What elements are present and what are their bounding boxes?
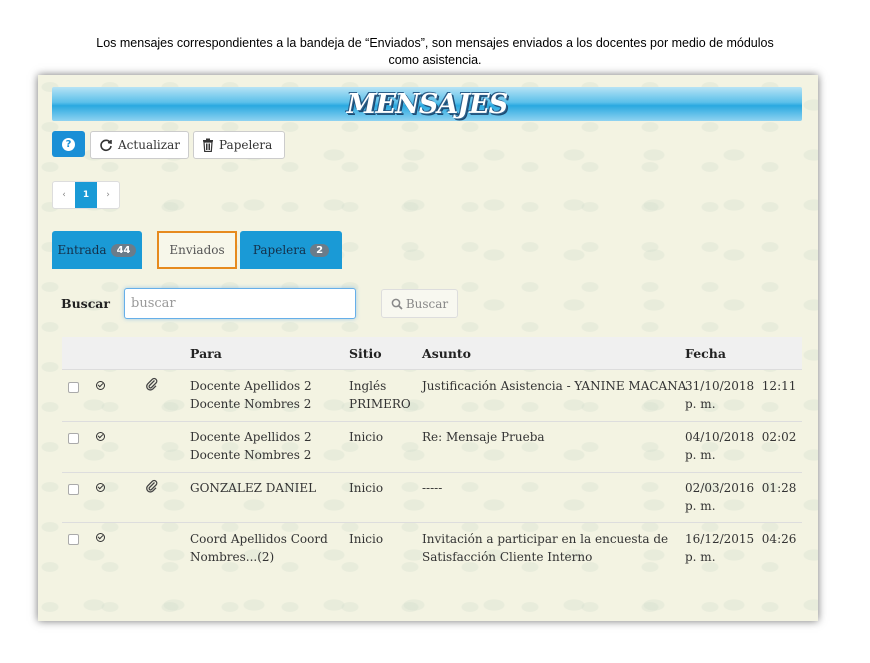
- tab-entrada-label: Entrada: [57, 243, 107, 257]
- row-para-line2: Docente Nombres 2: [190, 448, 312, 462]
- search-icon: [391, 298, 403, 310]
- trash-label: Papelera: [219, 138, 273, 152]
- search-button-label: Buscar: [405, 296, 449, 311]
- help-button[interactable]: ?: [52, 131, 85, 157]
- caption-line-2: como asistencia.: [388, 53, 482, 67]
- row-para: GONZALEZ DANIEL: [190, 479, 316, 497]
- row-asunto-line1: Re: Mensaje Prueba: [422, 430, 545, 444]
- tab-enviados[interactable]: Enviados: [157, 231, 237, 269]
- row-fecha-line1: 02/03/2016 01:28: [685, 481, 797, 495]
- banner-title: MENSAJES: [346, 89, 508, 120]
- help-icon: ?: [62, 137, 75, 151]
- row-sitio: Inicio: [349, 530, 383, 548]
- check-circle-icon: [96, 533, 105, 542]
- row-para-line2: Docente Nombres 2: [190, 397, 312, 411]
- row-sitio-line2: PRIMERO: [349, 397, 411, 411]
- row-fecha-line2: p. m.: [685, 550, 716, 564]
- row-para: Coord Apellidos Coord Nombres...(2): [190, 530, 328, 566]
- table-row[interactable]: Coord Apellidos Coord Nombres...(2) Inic…: [62, 522, 802, 573]
- row-sitio-line1: Inglés: [349, 379, 387, 393]
- row-asunto: Invitación a participar en la encuesta d…: [422, 530, 668, 566]
- tab-papelera[interactable]: Papelera 2: [240, 231, 342, 269]
- trash-icon: [203, 138, 213, 152]
- row-sitio-line1: Inicio: [349, 481, 384, 495]
- row-para: Docente Apellidos 2 Docente Nombres 2: [190, 377, 312, 413]
- check-circle-icon: [96, 381, 105, 390]
- tab-enviados-label: Enviados: [169, 243, 225, 257]
- row-fecha-line2: p. m.: [685, 397, 716, 411]
- row-checkbox[interactable]: [68, 382, 79, 393]
- row-fecha-line1: 04/10/2018 02:02: [685, 430, 797, 444]
- row-asunto: Re: Mensaje Prueba: [422, 428, 545, 446]
- search-button[interactable]: Buscar: [381, 289, 458, 318]
- row-sitio-line1: Inicio: [349, 430, 384, 444]
- header-sitio: Sitio: [349, 346, 382, 361]
- row-para-line1: GONZALEZ DANIEL: [190, 481, 317, 495]
- paperclip-icon: [146, 377, 158, 391]
- row-fecha-line1: 31/10/2018 12:11: [685, 379, 797, 393]
- row-fecha: 02/03/2016 01:28 p. m.: [685, 479, 796, 515]
- messages-panel: MENSAJES ? Actualizar Papelera ‹ 1 › Ent…: [38, 75, 818, 621]
- row-asunto-line1: Justificación Asistencia - YANINE MACANA: [422, 379, 687, 393]
- paperclip-icon: [146, 479, 158, 493]
- row-asunto: Justificación Asistencia - YANINE MACANA: [422, 377, 686, 395]
- refresh-label: Actualizar: [118, 138, 180, 152]
- row-para: Docente Apellidos 2 Docente Nombres 2: [190, 428, 312, 464]
- caption-line-1: Los mensajes correspondientes a la bande…: [96, 36, 774, 50]
- row-asunto: -----: [422, 479, 442, 497]
- row-sitio: Inicio: [349, 479, 383, 497]
- row-fecha-line2: p. m.: [685, 448, 716, 462]
- row-asunto-line1: Invitación a participar en la encuesta d…: [422, 532, 669, 546]
- row-asunto-line2: Satisfacción Cliente Interno: [422, 550, 593, 564]
- trash-button[interactable]: Papelera: [193, 131, 285, 159]
- pager-next[interactable]: ›: [97, 182, 119, 208]
- row-para-line2: Nombres...(2): [190, 550, 275, 564]
- row-fecha-line2: p. m.: [685, 499, 716, 513]
- row-checkbox[interactable]: [68, 534, 79, 545]
- pagination: ‹ 1 ›: [52, 181, 120, 209]
- pager-page-1[interactable]: 1: [75, 182, 97, 208]
- header-asunto: Asunto: [422, 346, 472, 361]
- check-circle-icon: [96, 432, 105, 441]
- messages-banner: MENSAJES: [52, 87, 802, 121]
- table-header: Para Sitio Asunto Fecha: [62, 337, 802, 370]
- row-checkbox[interactable]: [68, 484, 79, 495]
- tab-entrada[interactable]: Entrada 44: [52, 231, 142, 269]
- caption: Los mensajes correspondientes a la bande…: [20, 35, 850, 69]
- row-checkbox[interactable]: [68, 433, 79, 444]
- tab-entrada-badge: 44: [110, 243, 137, 257]
- row-para-line1: Coord Apellidos Coord: [190, 532, 328, 546]
- search-label: Buscar: [61, 296, 110, 311]
- table-row[interactable]: GONZALEZ DANIEL Inicio ----- 02/03/2016 …: [62, 472, 802, 523]
- row-fecha: 16/12/2015 04:26 p. m.: [685, 530, 796, 566]
- row-fecha: 31/10/2018 12:11 p. m.: [685, 377, 796, 413]
- row-asunto-line1: -----: [422, 481, 443, 495]
- header-fecha: Fecha: [685, 346, 726, 361]
- row-fecha: 04/10/2018 02:02 p. m.: [685, 428, 796, 464]
- row-sitio: Inglés PRIMERO: [349, 377, 411, 413]
- search-input[interactable]: buscar: [124, 288, 356, 319]
- refresh-icon: [100, 139, 112, 152]
- pager-prev[interactable]: ‹: [53, 182, 75, 208]
- row-sitio-line1: Inicio: [349, 532, 384, 546]
- tab-papelera-badge: 2: [310, 243, 330, 257]
- refresh-button[interactable]: Actualizar: [90, 131, 189, 159]
- check-circle-icon: [96, 483, 105, 492]
- row-fecha-line1: 16/12/2015 04:26: [685, 532, 797, 546]
- tab-papelera-label: Papelera: [252, 243, 307, 257]
- table-row[interactable]: Docente Apellidos 2 Docente Nombres 2 In…: [62, 421, 802, 473]
- header-para: Para: [190, 346, 222, 361]
- row-para-line1: Docente Apellidos 2: [190, 379, 312, 393]
- row-para-line1: Docente Apellidos 2: [190, 430, 312, 444]
- row-sitio: Inicio: [349, 428, 383, 446]
- table-row[interactable]: Docente Apellidos 2 Docente Nombres 2 In…: [62, 370, 802, 422]
